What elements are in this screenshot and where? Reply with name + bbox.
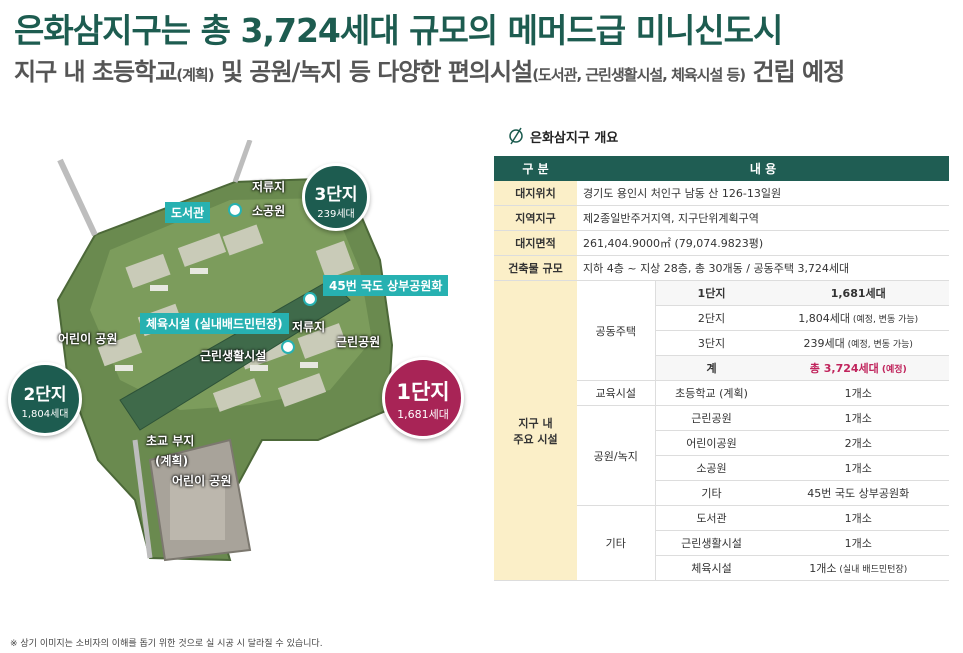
leaf-icon: [509, 127, 523, 145]
label-neighborhood-park: 근린공원: [336, 335, 381, 349]
label-highway-park: 45번 국도 상부공원화: [323, 275, 449, 296]
table-row: 건축물 규모 지하 4층 ~ 지상 28층, 총 30개동 / 공동주택 3,7…: [494, 255, 949, 281]
header-category: 구 분: [494, 156, 577, 181]
complex-1-name: 1단지: [396, 380, 450, 404]
others-item-value-text: 1개소: [809, 562, 837, 575]
table-row: 지역지구 제2종일반주거지역, 지구단위계획구역: [494, 205, 949, 231]
subtitle-part-b: 및 공원/녹지 등 다양한 편의시설: [213, 58, 533, 86]
parks-item-value: 45번 국도 상부공원화: [767, 480, 949, 506]
subtitle-part-a: 지구 내 초등학교: [14, 58, 177, 86]
others-item-note: (실내 배드민턴장): [836, 565, 908, 575]
others-item-value: 1개소: [767, 530, 949, 556]
row-value-zone: 제2종일반주거지역, 지구단위계획구역: [577, 205, 949, 231]
row-value-scale: 지하 4층 ~ 지상 28층, 총 30개동 / 공동주택 3,724세대: [577, 255, 949, 281]
others-item-value: 1개소: [767, 505, 949, 531]
row-key-area: 대지면적: [494, 230, 577, 256]
housing-total-value-text: 총 3,724세대: [809, 362, 879, 375]
complex-3-name: 3단지: [314, 185, 358, 205]
row-key-scale: 건축물 규모: [494, 255, 577, 281]
complex-1-badge: 1단지 1,681세대: [382, 357, 464, 439]
complex-2-units: 1,804세대: [21, 409, 69, 420]
library-marker: [228, 203, 242, 217]
others-item-value-text: 1개소: [844, 512, 872, 525]
housing-item-name: 3단지: [655, 330, 768, 356]
education-name: 초등학교 (계획): [655, 380, 768, 406]
parks-item-name: 근린공원: [655, 405, 768, 431]
label-kids-park-west: 어린이 공원: [58, 332, 118, 346]
housing-total-value: 총 3,724세대 (예정): [767, 355, 949, 381]
complex-3-units: 239세대: [317, 209, 355, 220]
housing-item-value-text: 1,804세대: [798, 312, 851, 325]
complex-1-units: 1,681세대: [397, 408, 449, 421]
housing-total-label: 계: [655, 355, 768, 381]
disclaimer: ※ 상기 이미지는 소비자의 이해를 돕기 위한 것으로 실 시공 시 달라질 …: [10, 639, 323, 649]
label-reservoir-north: 저류지: [252, 180, 286, 194]
education-value: 1개소: [767, 380, 949, 406]
subtitle-part-c: 건립 예정: [745, 58, 846, 86]
housing-item-value-text: 1,681세대: [830, 287, 886, 300]
parks-item-value: 1개소: [767, 405, 949, 431]
neighborhood-facility-marker: [281, 340, 295, 354]
label-elementary-site: 초교 부지: [146, 434, 195, 448]
row-value-area: 261,404.9000㎡ (79,074.9823평): [577, 230, 949, 256]
subtitle-part-a-note: (계획): [176, 66, 214, 84]
row-key-location: 대지위치: [494, 181, 577, 206]
others-item-name: 체육시설: [655, 555, 768, 581]
label-kids-park-south: 어린이 공원: [172, 474, 232, 488]
housing-item-value-text: 239세대: [803, 337, 845, 350]
complex-2-badge: 2단지 1,804세대: [8, 362, 82, 436]
page-title: 은화삼지구는 총 3,724세대 규모의 메머드급 미니신도시: [14, 11, 783, 50]
label-small-park: 소공원: [252, 204, 286, 218]
housing-item-value: 1,681세대: [767, 280, 949, 306]
complex-3-badge: 3단지 239세대: [302, 163, 370, 231]
complex-2-name: 2단지: [23, 385, 67, 405]
housing-total-note: (예정): [878, 365, 907, 375]
label-elementary-plan: (계획): [155, 454, 189, 468]
label-reservoir-east: 저류지: [292, 320, 326, 334]
housing-item-note: (예정, 변동 가능): [850, 315, 919, 325]
table-row: 대지면적 261,404.9000㎡ (79,074.9823평): [494, 230, 949, 256]
housing-item-note: (예정, 변동 가능): [844, 340, 913, 350]
facilities-key: 지구 내주요 시설: [494, 280, 577, 581]
label-neighborhood-facility: 근린생활시설: [200, 349, 267, 363]
overview-title: 은화삼지구 개요: [530, 131, 619, 146]
housing-item-value: 1,804세대 (예정, 변동 가능): [767, 305, 949, 331]
parks-item-name: 어린이공원: [655, 430, 768, 456]
others-group: 기타: [577, 505, 656, 581]
facilities-key-line1: 지구 내: [518, 416, 553, 430]
row-key-zone: 지역지구: [494, 205, 577, 231]
table-header-row: 구 분 내 용: [494, 156, 949, 181]
overview-table: 구 분 내 용 대지위치 경기도 용인시 처인구 남동 산 126-13일원 지…: [494, 156, 949, 581]
parks-item-value: 1개소: [767, 455, 949, 481]
parks-item-name: 기타: [655, 480, 768, 506]
facilities-key-line2: 주요 시설: [513, 432, 558, 446]
others-item-value-text: 1개소: [844, 537, 872, 550]
header-content: 내 용: [577, 156, 949, 181]
subtitle-part-b-note: (도서관, 근린생활시설, 체육시설 등): [532, 66, 746, 84]
others-item-name: 근린생활시설: [655, 530, 768, 556]
housing-group: 공동주택: [577, 280, 656, 381]
highway-park-marker: [303, 292, 317, 306]
row-value-location: 경기도 용인시 처인구 남동 산 126-13일원: [577, 181, 949, 206]
parks-group: 공원/녹지: [577, 405, 656, 506]
housing-item-value: 239세대 (예정, 변동 가능): [767, 330, 949, 356]
housing-item-name: 2단지: [655, 305, 768, 331]
parks-item-value: 2개소: [767, 430, 949, 456]
parks-item-name: 소공원: [655, 455, 768, 481]
site-map: 도서관 저류지 소공원 45번 국도 상부공원화 체육시설 (실내배드민턴장) …: [0, 140, 490, 610]
others-item-name: 도서관: [655, 505, 768, 531]
housing-item-name: 1단지: [655, 280, 768, 306]
label-library: 도서관: [165, 202, 211, 223]
table-row: 지구 내주요 시설 공동주택 1단지 1,681세대: [494, 280, 949, 581]
table-row: 대지위치 경기도 용인시 처인구 남동 산 126-13일원: [494, 181, 949, 206]
page-subtitle: 지구 내 초등학교(계획) 및 공원/녹지 등 다양한 편의시설(도서관, 근린…: [14, 52, 846, 87]
education-group: 교육시설: [577, 380, 656, 406]
label-sports-facility: 체육시설 (실내배드민턴장): [140, 313, 289, 334]
others-item-value: 1개소 (실내 배드민턴장): [767, 555, 949, 581]
